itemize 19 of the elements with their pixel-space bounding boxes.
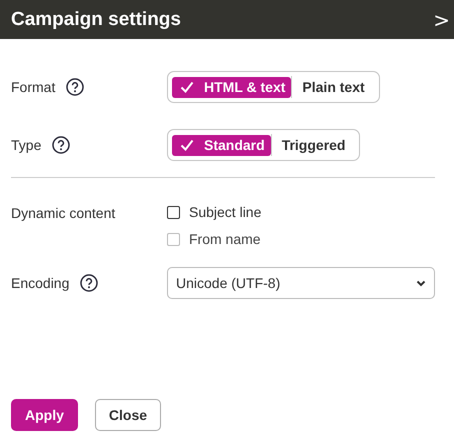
check-icon: [180, 139, 194, 151]
collapse-button[interactable]: >: [433, 8, 454, 32]
check-icon: [180, 81, 194, 93]
checkbox[interactable]: [167, 206, 180, 218]
segment-button[interactable]: Plain text: [292, 76, 375, 98]
checkbox-label: Subject line: [189, 204, 262, 220]
select-field[interactable]: Unicode (UTF-8): [167, 267, 435, 299]
segment-button[interactable]: HTML & text: [172, 76, 292, 98]
checkbox-label: From name: [189, 231, 261, 247]
chevron-down-icon: [416, 280, 426, 286]
segment-button[interactable]: Standard: [172, 134, 271, 156]
close-button[interactable]: Close: [94, 399, 162, 431]
segment-button[interactable]: Triggered: [272, 134, 356, 156]
apply-button[interactable]: Apply: [11, 399, 78, 431]
field-label: Type: [11, 137, 42, 153]
field-label: Dynamic content: [11, 205, 116, 221]
field-label: Format: [11, 79, 56, 95]
panel-title: Campaign settings: [11, 8, 181, 30]
field-label: Encoding: [11, 275, 70, 291]
